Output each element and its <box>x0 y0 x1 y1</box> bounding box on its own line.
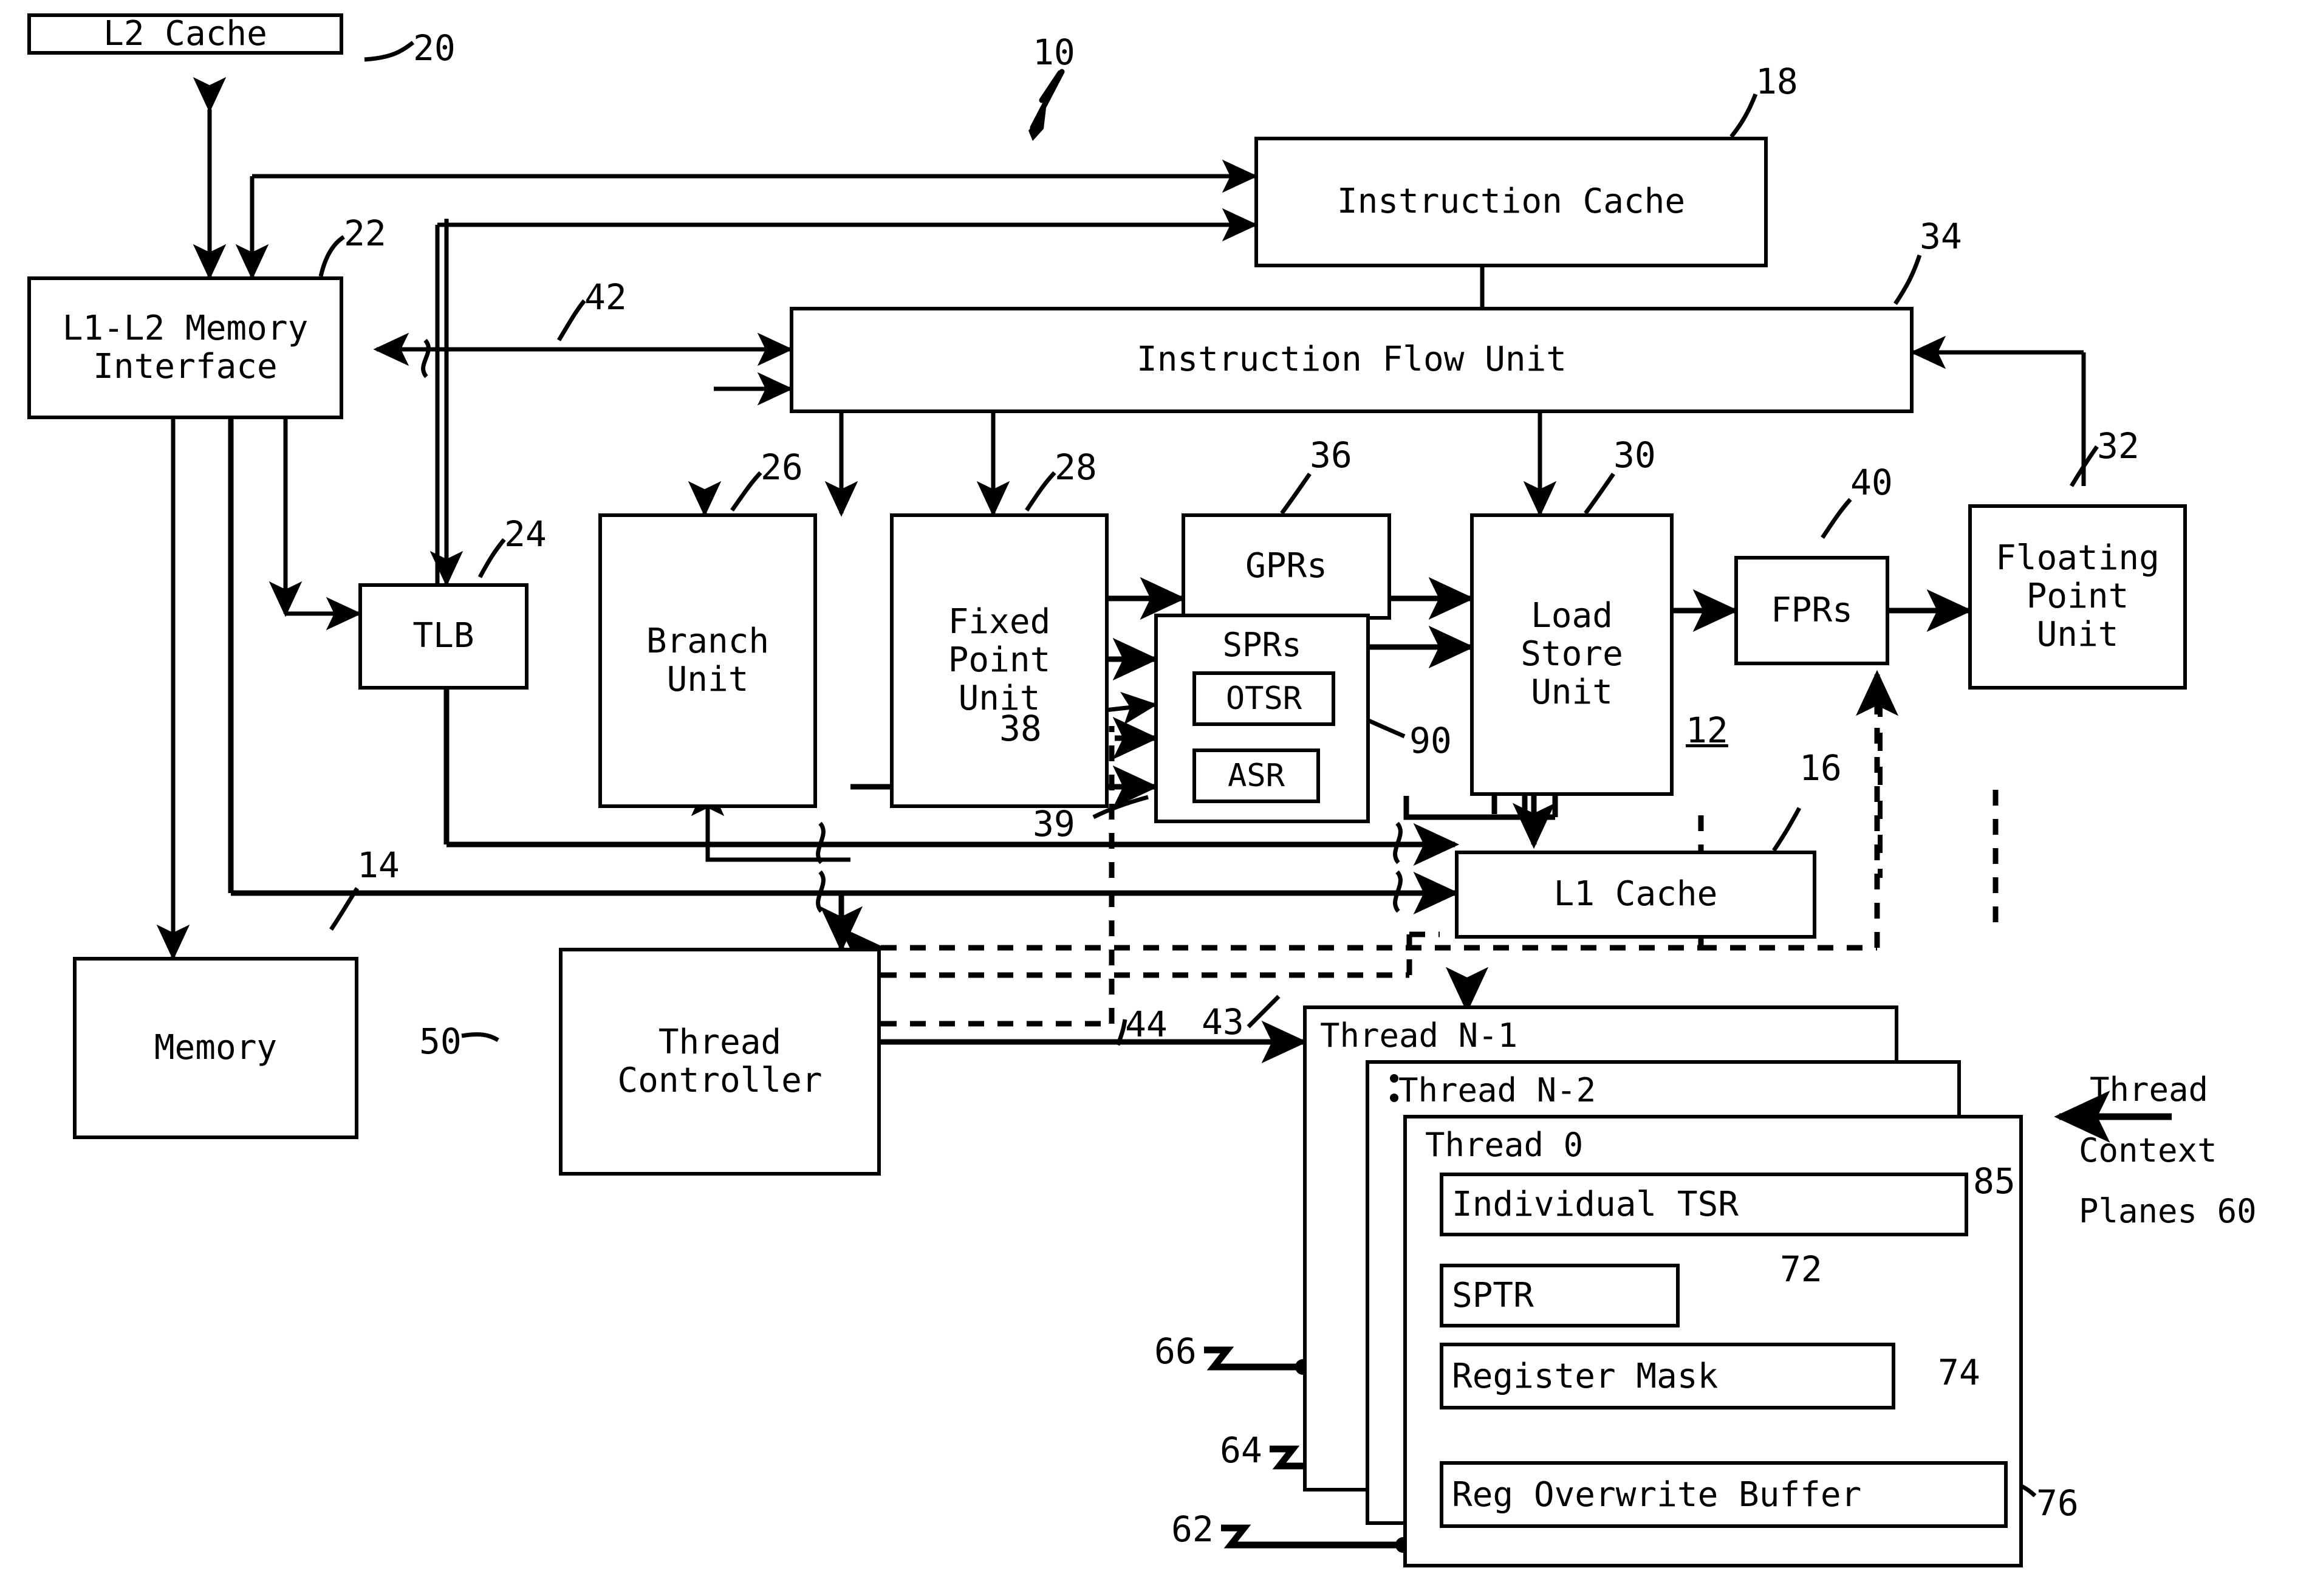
block-fprs[interactable]: FPRs <box>1734 556 1889 665</box>
thread-plane-n-2-label: Thread N-2 <box>1398 1071 1596 1109</box>
block-tlb[interactable]: TLB <box>358 583 529 690</box>
ref-40: 40 <box>1850 462 1893 503</box>
ref-66: 66 <box>1154 1331 1197 1372</box>
block-branch-unit-label-2: Unit <box>666 659 749 699</box>
field-reg-overwrite-buffer[interactable]: Reg Overwrite Buffer <box>1440 1461 2008 1528</box>
ref-62: 62 <box>1171 1509 1214 1550</box>
thread-plane-0-label: Thread 0 <box>1425 1126 1584 1164</box>
block-fixed-point-unit-label-2: Point <box>948 640 1051 680</box>
block-asr[interactable]: ASR <box>1192 748 1320 803</box>
ref-22: 22 <box>344 213 386 254</box>
block-sprs-label: SPRs <box>1222 626 1302 664</box>
block-fixed-point-unit[interactable]: Fixed Point Unit <box>890 513 1109 808</box>
field-reg-overwrite-buffer-label: Reg Overwrite Buffer <box>1452 1474 1862 1515</box>
annotation-thread-context-planes-line1: Thread <box>2090 1070 2209 1109</box>
plane-ellipsis-dot-lower <box>1390 1094 1398 1102</box>
ref-36: 36 <box>1310 434 1352 476</box>
ref-90: 90 <box>1409 720 1452 761</box>
ref-72: 72 <box>1780 1248 1822 1290</box>
ref-28: 28 <box>1055 447 1097 488</box>
block-thread-controller[interactable]: Thread Controller <box>559 948 881 1176</box>
field-register-mask[interactable]: Register Mask <box>1440 1343 1895 1409</box>
block-instruction-cache[interactable]: Instruction Cache <box>1254 137 1768 267</box>
block-thread-controller-label-2: Controller <box>617 1060 823 1100</box>
block-l1-cache[interactable]: L1 Cache <box>1455 851 1816 939</box>
block-asr-label: ASR <box>1228 758 1285 794</box>
ref-38: 38 <box>999 708 1042 749</box>
ref-64: 64 <box>1220 1430 1262 1471</box>
block-fixed-point-unit-label-1: Fixed <box>948 602 1051 642</box>
block-otsr[interactable]: OTSR <box>1192 671 1335 726</box>
block-floating-point-unit-label-2: Point <box>2026 577 2129 617</box>
block-instruction-cache-label: Instruction Cache <box>1336 182 1686 222</box>
ref-42: 42 <box>584 276 627 318</box>
block-floating-point-unit[interactable]: Floating Point Unit <box>1968 504 2187 690</box>
block-load-store-unit-label-3: Unit <box>1531 672 1613 712</box>
ref-85: 85 <box>1973 1160 2016 1202</box>
patent-figure-canvas: L2 Cache 20 L1-L2 Memory Interface 22 In… <box>0 0 2309 1596</box>
block-load-store-unit-label-1: Load <box>1531 596 1613 636</box>
field-individual-tsr-label: Individual TSR <box>1452 1185 1739 1224</box>
ref-12: 12 <box>1686 710 1728 751</box>
annotation-thread-context-planes-line3: Planes 60 <box>2079 1192 2257 1230</box>
annotation-thread-context-planes-line2: Context <box>2079 1131 2217 1170</box>
block-otsr-label: OTSR <box>1225 680 1302 717</box>
ref-26: 26 <box>761 447 803 488</box>
block-l2-cache[interactable]: L2 Cache <box>27 13 343 55</box>
field-sptr-label: SPTR <box>1452 1276 1534 1315</box>
ref-43: 43 <box>1202 1001 1244 1043</box>
ref-14: 14 <box>357 844 400 886</box>
block-branch-unit-label-1: Branch <box>646 621 770 661</box>
ref-32: 32 <box>2097 425 2140 467</box>
block-memory-label: Memory <box>154 1027 278 1067</box>
ref-20: 20 <box>413 27 456 69</box>
thread-plane-n-1-label: Thread N-1 <box>1320 1016 1518 1055</box>
block-load-store-unit-label-2: Store <box>1521 634 1623 674</box>
ref-16: 16 <box>1799 747 1842 789</box>
block-l1-l2-memory-interface-label-1: L1-L2 Memory <box>62 308 309 348</box>
block-l1-l2-memory-interface[interactable]: L1-L2 Memory Interface <box>27 276 343 419</box>
plane-ellipsis-dot-upper <box>1390 1074 1398 1083</box>
field-individual-tsr[interactable]: Individual TSR <box>1440 1173 1968 1236</box>
ref-10: 10 <box>1033 32 1075 73</box>
block-gprs-label: GPRs <box>1245 546 1327 586</box>
ref-50: 50 <box>419 1021 462 1062</box>
ref-30: 30 <box>1613 434 1656 476</box>
ref-24: 24 <box>504 513 547 555</box>
block-memory[interactable]: Memory <box>73 957 358 1139</box>
block-l1-l2-memory-interface-label-2: Interface <box>93 346 278 386</box>
block-branch-unit[interactable]: Branch Unit <box>598 513 817 808</box>
block-floating-point-unit-label-1: Floating <box>1996 538 2160 578</box>
ref-76: 76 <box>2036 1482 2079 1524</box>
block-instruction-flow-unit-label: Instruction Flow Unit <box>1136 340 1567 380</box>
ref-34: 34 <box>1920 216 1962 257</box>
ref-44: 44 <box>1125 1004 1168 1045</box>
ref-74: 74 <box>1938 1352 1980 1393</box>
block-gprs[interactable]: GPRs <box>1182 513 1391 620</box>
block-l2-cache-label: L2 Cache <box>103 13 267 53</box>
ref-39: 39 <box>1033 803 1075 844</box>
block-load-store-unit[interactable]: Load Store Unit <box>1470 513 1674 796</box>
field-register-mask-label: Register Mask <box>1452 1356 1719 1396</box>
block-thread-controller-label-1: Thread <box>658 1022 782 1062</box>
block-fprs-label: FPRs <box>1771 590 1853 630</box>
block-tlb-label: TLB <box>412 616 474 656</box>
ref-18: 18 <box>1756 61 1798 102</box>
block-instruction-flow-unit[interactable]: Instruction Flow Unit <box>790 307 1914 413</box>
block-l1-cache-label: L1 Cache <box>1553 874 1718 914</box>
block-floating-point-unit-label-3: Unit <box>2036 614 2119 654</box>
field-sptr[interactable]: SPTR <box>1440 1264 1680 1327</box>
